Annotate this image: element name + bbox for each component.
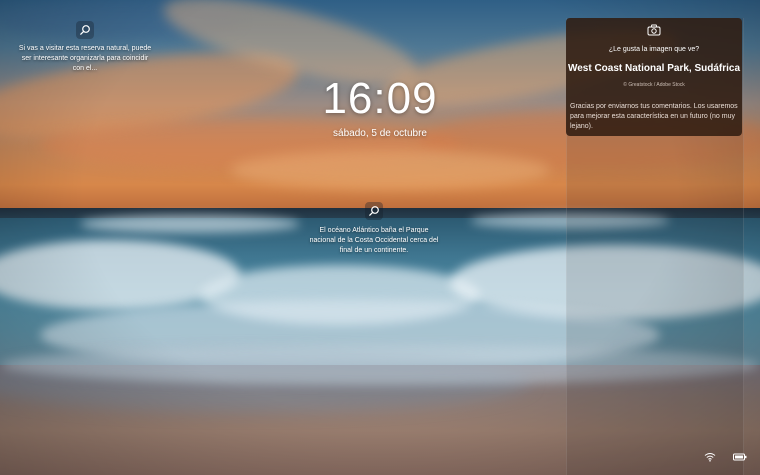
card-question: ¿Le gusta la imagen que ve? (608, 46, 700, 53)
magnifier-icon[interactable] (365, 202, 383, 220)
image-info-card: ¿Le gusta la imagen que ve? West Coast N… (566, 18, 742, 136)
card-credit: © Greatstock / Adobe Stock (623, 82, 685, 88)
card-feedback-text: Gracias por enviarnos tus comentarios. L… (570, 103, 738, 130)
battery-icon[interactable] (733, 449, 747, 461)
card-place-title[interactable]: West Coast National Park, Sudáfrica (566, 63, 742, 74)
hint-text-top-left[interactable]: Si vas a visitar esta reserva natural, p… (18, 44, 152, 74)
magnifier-icon[interactable] (76, 21, 94, 39)
hint-text-center[interactable]: El océano Atlántico baña el Parque nacio… (306, 226, 442, 256)
camera-icon[interactable] (647, 23, 661, 36)
wifi-icon[interactable] (704, 449, 716, 462)
